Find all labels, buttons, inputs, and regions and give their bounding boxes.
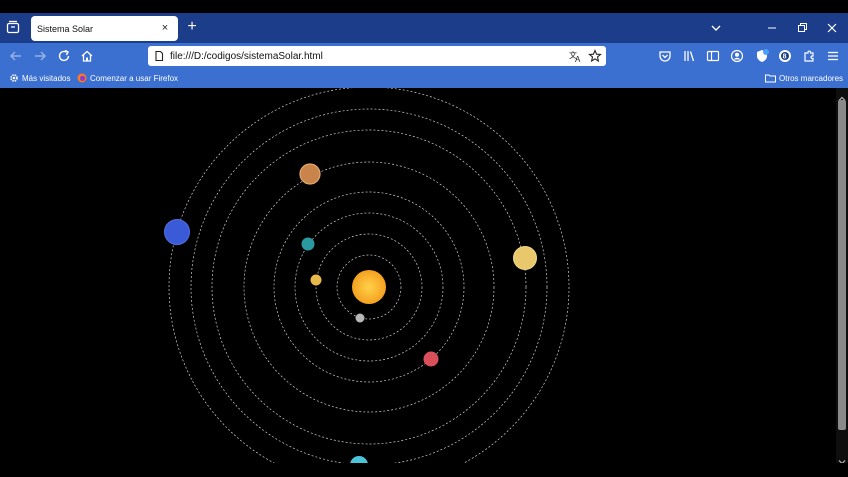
- list-all-tabs-chevron-icon[interactable]: [710, 21, 722, 33]
- tab-bar: Sistema Solar × +: [0, 13, 848, 43]
- bookmark-other-bookmarks[interactable]: Otros marcadores: [765, 73, 843, 83]
- bookmark-label: Más visitados: [22, 73, 71, 83]
- tab-list-icon[interactable]: [6, 20, 20, 34]
- pocket-icon[interactable]: [658, 49, 672, 63]
- solar-system-canvas: [164, 88, 570, 463]
- minimize-icon[interactable]: [766, 21, 778, 33]
- scroll-up-arrow-icon[interactable]: [838, 90, 846, 101]
- window-top-strip: [0, 0, 848, 13]
- sidebar-icon[interactable]: [706, 49, 720, 63]
- extension-badge-icon[interactable]: 8: [778, 49, 792, 63]
- navigation-toolbar: file:///D:/codigos/sistemaSolar.html 文A …: [0, 43, 848, 69]
- bookmark-label: Otros marcadores: [779, 73, 844, 83]
- extensions-puzzle-icon[interactable]: [802, 49, 816, 63]
- bookmark-most-visited[interactable]: Más visitados: [9, 73, 70, 83]
- window-bottom-strip: [0, 463, 848, 477]
- hamburger-menu-icon[interactable]: [826, 49, 840, 63]
- forward-arrow-icon[interactable]: [33, 49, 47, 63]
- bookmark-getting-started[interactable]: Comenzar a usar Firefox: [77, 73, 178, 83]
- tab-close-icon[interactable]: ×: [158, 21, 172, 35]
- library-icon[interactable]: [682, 49, 696, 63]
- scrollbar-thumb[interactable]: [838, 100, 846, 430]
- planet-mercury: [355, 313, 365, 323]
- page-document-icon: [153, 50, 165, 62]
- folder-icon: [765, 73, 776, 83]
- back-arrow-icon[interactable]: [9, 49, 23, 63]
- planet-venus: [310, 274, 322, 286]
- planet-mars: [423, 351, 439, 367]
- page-content: [0, 88, 836, 463]
- sun: [352, 270, 386, 304]
- account-icon[interactable]: [730, 49, 744, 63]
- svg-text:8: 8: [783, 54, 787, 61]
- restore-icon[interactable]: [796, 21, 808, 33]
- planet-earth: [301, 237, 315, 251]
- close-window-icon[interactable]: [826, 21, 838, 33]
- planet-jupiter: [299, 163, 321, 185]
- bookmarks-toolbar: Más visitados Comenzar a usar Firefox Ot…: [0, 69, 848, 88]
- tab-title: Sistema Solar: [37, 23, 94, 34]
- new-tab-icon[interactable]: +: [185, 18, 199, 36]
- extension-shield-icon[interactable]: [754, 48, 770, 64]
- url-text: file:///D:/codigos/sistemaSolar.html: [170, 50, 323, 62]
- url-bar[interactable]: file:///D:/codigos/sistemaSolar.html 文A: [148, 46, 606, 66]
- tab-sistema-solar[interactable]: Sistema Solar ×: [31, 16, 178, 41]
- translate-icon[interactable]: 文A: [569, 49, 583, 64]
- svg-text:A: A: [575, 55, 581, 63]
- gear-icon: [9, 73, 19, 83]
- planet-neptune: [164, 219, 190, 245]
- bookmark-star-icon[interactable]: [588, 49, 602, 63]
- home-icon[interactable]: [80, 49, 94, 63]
- bookmark-label: Comenzar a usar Firefox: [90, 73, 179, 83]
- scroll-down-arrow-icon[interactable]: [838, 453, 846, 465]
- planet-uranus: [350, 456, 368, 463]
- vertical-scrollbar[interactable]: [836, 88, 848, 465]
- reload-icon[interactable]: [57, 49, 71, 63]
- firefox-logo-icon: [77, 73, 87, 83]
- planet-saturn: [513, 246, 537, 270]
